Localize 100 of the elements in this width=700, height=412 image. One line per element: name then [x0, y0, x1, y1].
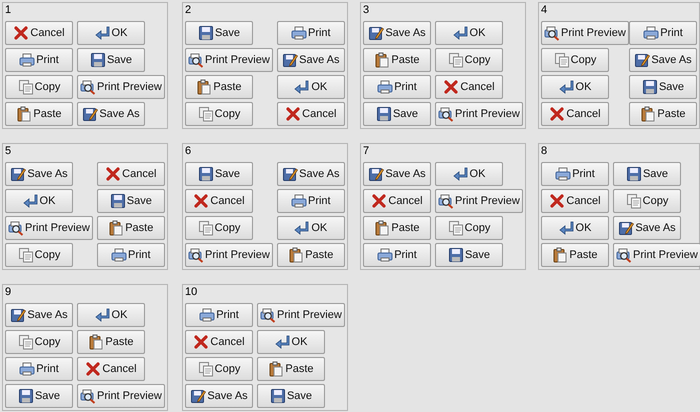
dialog-button[interactable]: Save [435, 243, 503, 267]
dialog-button[interactable]: OK [541, 216, 609, 240]
dialog-button[interactable]: Cancel [185, 189, 253, 213]
dialog-button[interactable]: Print Preview [435, 189, 523, 213]
dialog-button[interactable]: Copy [185, 216, 253, 240]
x-icon [549, 193, 566, 209]
dialog-button[interactable]: Save As [5, 303, 73, 327]
dialog-button[interactable]: Save [185, 21, 253, 45]
dialog-button[interactable]: Print [629, 21, 697, 45]
dialog-button[interactable]: Save [613, 162, 681, 186]
dialog-button[interactable]: Save [5, 384, 73, 408]
panel-number: 9 [5, 285, 12, 299]
dialog-button[interactable]: Print Preview [257, 303, 345, 327]
clipboard-icon [288, 247, 304, 263]
dialog-button[interactable]: Cancel [541, 189, 609, 213]
dialog-button[interactable]: Print [5, 48, 73, 72]
dialog-button[interactable]: OK [435, 162, 503, 186]
dialog-button[interactable]: Copy [435, 48, 503, 72]
dialog-button[interactable]: Print [185, 303, 253, 327]
clipboard-icon [196, 79, 212, 95]
dialog-button[interactable]: Print Preview [435, 102, 523, 126]
dialog-button[interactable]: Copy [5, 243, 73, 267]
dialog-button[interactable]: Cancel [541, 102, 609, 126]
return-arrow-icon [22, 193, 39, 209]
dialog-button[interactable]: Copy [5, 75, 73, 99]
dialog-button[interactable]: Save [77, 48, 145, 72]
panel-number: 5 [5, 144, 12, 158]
dialog-button[interactable]: Save [363, 102, 431, 126]
dialog-button[interactable]: Paste [541, 243, 609, 267]
dialog-button[interactable]: Print Preview [613, 243, 700, 267]
dialog-button[interactable]: Print [363, 75, 431, 99]
dialog-button[interactable]: Save As [77, 102, 145, 126]
dialog-button[interactable]: OK [541, 75, 609, 99]
dialog-button[interactable]: Cancel [185, 330, 253, 354]
dialog-button[interactable]: Print Preview [185, 48, 273, 72]
dialog-button[interactable]: Save [185, 162, 253, 186]
dialog-button[interactable]: Print [541, 162, 609, 186]
dialog-button[interactable]: Paste [185, 75, 253, 99]
dialog-button[interactable]: Paste [257, 357, 325, 381]
dialog-button[interactable]: Cancel [276, 102, 345, 126]
printer-magnifier-icon [80, 79, 96, 95]
dialog-button[interactable]: Paste [77, 330, 145, 354]
dialog-button[interactable]: Copy [185, 357, 253, 381]
dialog-button[interactable]: Save As [629, 48, 697, 72]
clipboard-icon [16, 106, 32, 122]
dialog-button[interactable]: OK [435, 21, 503, 45]
dialog-button[interactable]: Copy [541, 48, 609, 72]
dialog-button[interactable]: Print Preview [5, 216, 93, 240]
dialog-button[interactable]: OK [276, 216, 345, 240]
return-arrow-icon [452, 25, 469, 41]
dialog-button[interactable]: Print [5, 357, 73, 381]
printer-icon [19, 361, 36, 377]
dialog-button[interactable]: Print Preview [185, 243, 273, 267]
dialog-button[interactable]: OK [257, 330, 325, 354]
dialog-button[interactable]: Save As [276, 162, 345, 186]
printer-magnifier-icon [80, 388, 96, 404]
floppy-pencil-icon [10, 307, 26, 323]
dialog-button[interactable]: Cancel [363, 189, 431, 213]
dialog-button[interactable]: Save As [613, 216, 681, 240]
dialog-button[interactable]: Save [257, 384, 325, 408]
dialog-button[interactable]: Paste [96, 216, 165, 240]
dialog-button[interactable]: Cancel [5, 21, 73, 45]
floppy-pencil-icon [618, 220, 634, 236]
dialog-button[interactable]: Paste [363, 216, 431, 240]
dialog-button[interactable]: Save [96, 189, 165, 213]
dialog-button[interactable]: Print Preview [77, 75, 165, 99]
dialog-button[interactable]: Print [363, 243, 431, 267]
dialog-button[interactable]: Print [96, 243, 165, 267]
dialog-button[interactable]: Paste [629, 102, 697, 126]
return-arrow-icon [294, 220, 310, 236]
dialog-button[interactable]: Cancel [77, 357, 145, 381]
dialog-button[interactable]: Save As [363, 21, 431, 45]
dialog-button[interactable]: Print Preview [77, 384, 165, 408]
dialog-button[interactable]: Copy [5, 330, 73, 354]
dialog-button[interactable]: Copy [613, 189, 681, 213]
x-icon [193, 193, 210, 209]
printer-icon [19, 52, 36, 68]
dialog-button[interactable]: OK [77, 303, 145, 327]
printer-magnifier-icon [188, 247, 204, 263]
dialog-button[interactable]: Save As [363, 162, 431, 186]
dialog-button[interactable]: Cancel [435, 75, 503, 99]
dialog-button[interactable]: OK [77, 21, 145, 45]
dialog-button[interactable]: Paste [363, 48, 431, 72]
dialog-button[interactable]: Print Preview [541, 21, 629, 45]
copy-icon [448, 220, 464, 236]
dialog-button[interactable]: Save As [185, 384, 253, 408]
dialog-button[interactable]: Save [629, 75, 697, 99]
dialog-button[interactable]: OK [5, 189, 73, 213]
dialog-button[interactable]: Paste [276, 243, 345, 267]
dialog-button[interactable]: Save As [5, 162, 73, 186]
dialog-button[interactable]: Cancel [96, 162, 165, 186]
copy-icon [18, 79, 34, 95]
dialog-button[interactable]: Copy [185, 102, 253, 126]
dialog-button[interactable]: Paste [5, 102, 73, 126]
dialog-button[interactable]: Copy [435, 216, 503, 240]
x-icon [105, 166, 122, 182]
dialog-button[interactable]: Print [276, 189, 345, 213]
dialog-button[interactable]: Save As [276, 48, 345, 72]
dialog-button[interactable]: Print [276, 21, 345, 45]
dialog-button[interactable]: OK [276, 75, 345, 99]
